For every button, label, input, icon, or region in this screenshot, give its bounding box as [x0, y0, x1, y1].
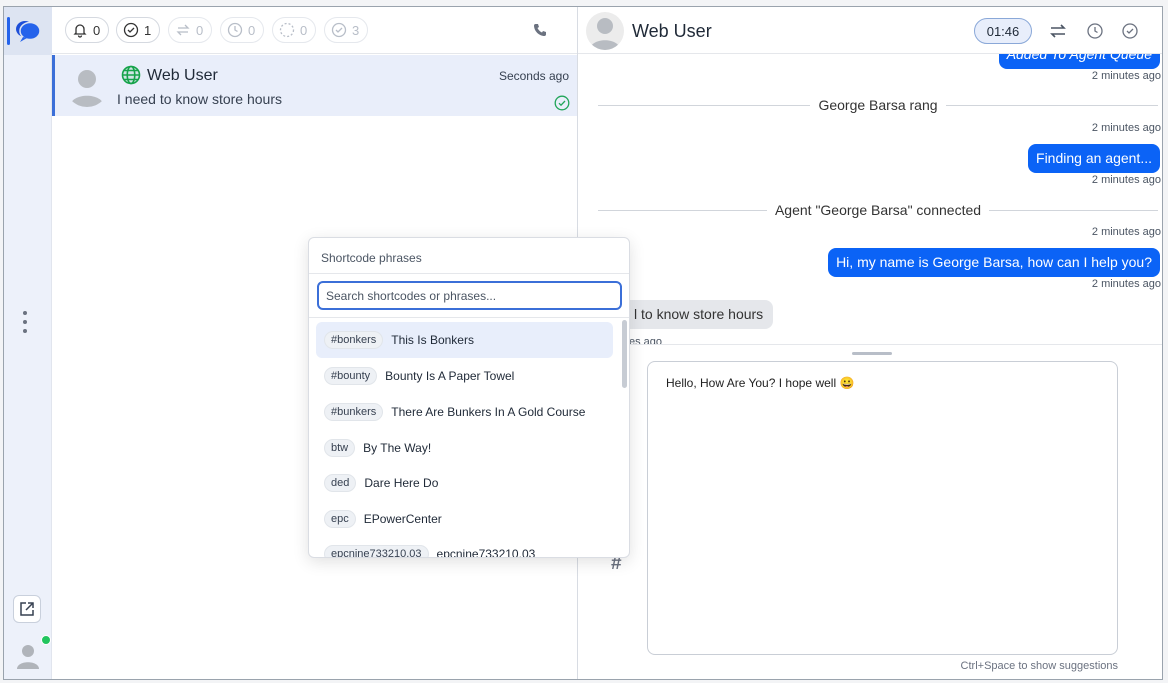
external-link-icon — [20, 602, 34, 616]
phone-icon[interactable] — [532, 22, 548, 38]
system-event-text: Agent "George Barsa" connected — [774, 202, 982, 218]
app-logo[interactable] — [4, 7, 52, 55]
outgoing-message: Hi, my name is George Barsa, how can I h… — [828, 248, 1160, 277]
message-timestamp: es ago — [629, 336, 663, 344]
shortcode-phrase: epcnine733210.03 — [436, 547, 536, 558]
message-input[interactable]: Hello, How Are You? I hope well 😀 — [647, 361, 1118, 655]
shortcode-phrase: Dare Here Do — [364, 476, 439, 490]
filter-pending[interactable]: 0 — [272, 17, 317, 43]
contact-avatar — [586, 12, 624, 50]
filter-active[interactable]: 1 — [116, 17, 161, 43]
popup-title: Shortcode phrases — [321, 251, 422, 265]
conversation-item[interactable]: Web User Seconds ago I need to know stor… — [52, 55, 577, 116]
suggestion-hint: Ctrl+Space to show suggestions — [960, 660, 1118, 672]
contact-name: Web User — [147, 67, 218, 84]
scrollbar[interactable] — [622, 320, 627, 388]
left-rail — [4, 7, 52, 679]
message-timestamp: 2 minutes ago — [1091, 174, 1161, 186]
shortcode-item[interactable]: #bonkers This Is Bonkers — [316, 322, 613, 358]
clock-icon[interactable] — [1086, 22, 1104, 40]
message-timestamp: 2 minutes ago — [1091, 122, 1161, 134]
chat-timer: 01:46 — [974, 18, 1032, 44]
bell-icon — [73, 24, 87, 38]
transfer-icon[interactable] — [1049, 22, 1067, 40]
shortcode-phrase: Bounty Is A Paper Towel — [385, 369, 515, 383]
shortcode-phrase: EPowerCenter — [363, 512, 442, 526]
message-list: Added To Agent Queue 2 minutes ago Georg… — [578, 54, 1162, 344]
dashed-circle-icon — [279, 22, 295, 38]
pop-out-button[interactable] — [13, 595, 41, 623]
filter-waiting[interactable]: 0 — [220, 17, 265, 43]
filter-closed[interactable]: 3 — [324, 17, 369, 43]
shortcode-phrase: This Is Bonkers — [391, 333, 474, 347]
online-status-dot — [41, 635, 51, 645]
filter-bar: 0 1 0 0 0 3 — [52, 7, 577, 54]
composer-area: # Hello, How Are You? I hope well 😀 Ctrl… — [578, 344, 1162, 679]
filter-count: 0 — [248, 22, 256, 38]
chat-header: Web User 01:46 — [578, 7, 1162, 54]
shortcode-item[interactable]: epc EPowerCenter — [316, 501, 613, 537]
filter-count: 0 — [300, 22, 308, 38]
incoming-message-text: l to know store hours — [634, 306, 764, 322]
user-avatar[interactable] — [14, 641, 42, 669]
shortcode-item[interactable]: btw By The Way! — [316, 430, 613, 466]
conversation-preview: I need to know store hours — [117, 91, 282, 107]
chat-bubbles-icon — [16, 21, 41, 42]
outgoing-message: Added To Agent Queue — [998, 54, 1160, 69]
check-circle-icon[interactable] — [1121, 22, 1139, 40]
filter-notifications[interactable]: 0 — [65, 17, 110, 43]
system-event: George Barsa rang — [598, 95, 1159, 115]
check-circle-icon — [123, 22, 139, 38]
shortcode-tag: #bunkers — [324, 403, 384, 421]
chat-title: Web User — [632, 21, 712, 41]
check-circle-icon — [331, 22, 347, 38]
more-vertical-icon[interactable] — [23, 311, 27, 333]
message-timestamp: 2 minutes ago — [1091, 70, 1161, 82]
filter-count: 1 — [144, 22, 152, 38]
filter-count: 0 — [196, 22, 204, 38]
system-event: Agent "George Barsa" connected — [598, 200, 1159, 220]
message-timestamp: 2 minutes ago — [1091, 226, 1161, 238]
transfer-icon — [176, 24, 190, 36]
check-circle-icon — [554, 95, 570, 111]
chat-pane: Web User 01:46 Added To Agent Queue 2 mi… — [577, 7, 1162, 679]
outgoing-message: Finding an agent... — [1028, 144, 1160, 173]
shortcode-tag: #bonkers — [324, 331, 384, 349]
divider — [309, 317, 629, 318]
shortcode-tag: btw — [324, 439, 356, 457]
clock-icon — [227, 22, 243, 38]
shortcode-item[interactable]: epcnine733210.03 epcnine733210.03 — [316, 536, 613, 558]
shortcode-popup: Shortcode phrases #bonkers This Is Bonke… — [308, 237, 630, 558]
filter-count: 3 — [352, 22, 360, 38]
shortcode-tag: #bounty — [324, 367, 378, 385]
shortcode-phrase: There Are Bunkers In A Gold Course — [391, 405, 586, 419]
shortcode-item[interactable]: #bounty Bounty Is A Paper Towel — [316, 358, 613, 394]
shortcode-item[interactable]: ded Dare Here Do — [316, 465, 613, 501]
shortcode-tag: ded — [324, 474, 357, 492]
message-timestamp: 2 minutes ago — [1091, 278, 1161, 290]
shortcode-search-input[interactable] — [317, 281, 622, 310]
system-event-text: George Barsa rang — [818, 97, 938, 113]
contact-avatar — [65, 63, 109, 107]
shortcode-tag: epcnine733210.03 — [324, 545, 429, 557]
resize-handle[interactable] — [852, 352, 892, 355]
shortcode-phrase: By The Way! — [363, 441, 432, 455]
conversation-time: Seconds ago — [498, 69, 569, 83]
filter-count: 0 — [93, 22, 101, 38]
shortcode-tag: epc — [324, 510, 356, 528]
filter-transferred[interactable]: 0 — [168, 17, 213, 43]
divider — [309, 273, 629, 274]
message-input-text: Hello, How Are You? I hope well 😀 — [666, 376, 855, 390]
shortcode-item[interactable]: #bunkers There Are Bunkers In A Gold Cou… — [316, 394, 613, 430]
active-indicator — [7, 17, 10, 45]
globe-icon — [121, 65, 141, 85]
